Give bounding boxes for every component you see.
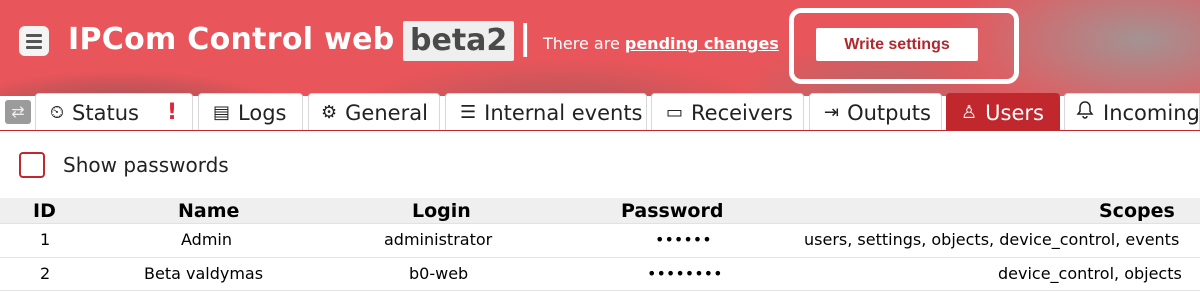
- app-title: IPCom Control web: [68, 22, 395, 57]
- cell-login: b0-web: [409, 264, 469, 283]
- row-divider: [0, 290, 1200, 291]
- tab-logs[interactable]: ▤ Logs: [198, 93, 303, 131]
- column-header-name: Name: [178, 200, 240, 222]
- cell-name: Beta valdymas: [144, 264, 264, 283]
- pending-changes-notice: There are pending changes: [543, 34, 779, 53]
- show-passwords-row: Show passwords: [19, 152, 229, 178]
- cell-password: ••••••: [655, 230, 712, 249]
- tab-label: Incoming: [1103, 100, 1200, 125]
- tab-incoming[interactable]: Incoming: [1064, 93, 1200, 131]
- tab-label: Internal events: [484, 100, 643, 125]
- cell-id: 1: [40, 230, 51, 249]
- cell-scopes: device_control, objects: [998, 264, 1182, 283]
- tab-label: General: [345, 100, 428, 125]
- output-icon: ⇥: [824, 102, 840, 123]
- cell-id: 2: [40, 264, 51, 283]
- pending-changes-link[interactable]: pending changes: [625, 34, 779, 53]
- tabs-underline: [0, 130, 1200, 131]
- write-settings-button[interactable]: Write settings: [816, 28, 978, 61]
- column-header-login: Login: [412, 200, 471, 222]
- cell-password: ••••••••: [647, 264, 723, 283]
- tab-receivers[interactable]: ▭ Receivers: [651, 93, 804, 131]
- pending-prefix: There are: [543, 34, 625, 53]
- tab-outputs[interactable]: ⇥ Outputs: [809, 93, 942, 131]
- column-header-scopes: Scopes: [1099, 200, 1175, 222]
- receiver-icon: ▭: [666, 102, 684, 123]
- show-passwords-checkbox[interactable]: [19, 152, 45, 178]
- app-header: IPCom Control web beta2 | There are pend…: [0, 0, 1200, 96]
- bell-icon: [1075, 100, 1095, 125]
- tab-users[interactable]: ♙ Users: [946, 93, 1060, 131]
- row-divider: [0, 257, 1200, 258]
- tab-label: Status: [72, 100, 139, 125]
- cell-scopes: users, settings, objects, device_control…: [804, 230, 1180, 249]
- tab-internal-events[interactable]: ☰ Internal events: [445, 93, 647, 131]
- log-icon: ▤: [213, 102, 231, 123]
- checklist-icon: ☰: [460, 102, 477, 123]
- show-passwords-label: Show passwords: [63, 153, 229, 177]
- column-header-password: Password: [621, 200, 724, 222]
- version-badge: beta2: [403, 21, 515, 61]
- hamburger-menu-icon[interactable]: [19, 26, 49, 56]
- tab-label: Users: [985, 100, 1044, 125]
- row-divider: [0, 223, 1200, 224]
- swap-icon[interactable]: ⇄: [5, 100, 31, 124]
- tab-general[interactable]: ⚙ General: [308, 93, 440, 131]
- cell-name: Admin: [181, 230, 232, 249]
- tab-label: Logs: [238, 100, 287, 125]
- tab-status[interactable]: ⏲ Status !: [35, 93, 193, 131]
- alert-icon: !: [166, 100, 178, 125]
- title-separator: |: [519, 18, 532, 58]
- gear-icon: ⚙: [321, 102, 338, 123]
- tab-label: Outputs: [847, 100, 931, 125]
- user-icon: ♙: [961, 102, 978, 123]
- column-header-id: ID: [33, 200, 56, 222]
- cell-login: administrator: [384, 230, 493, 249]
- gauge-icon: ⏲: [50, 102, 65, 123]
- tab-label: Receivers: [691, 100, 793, 125]
